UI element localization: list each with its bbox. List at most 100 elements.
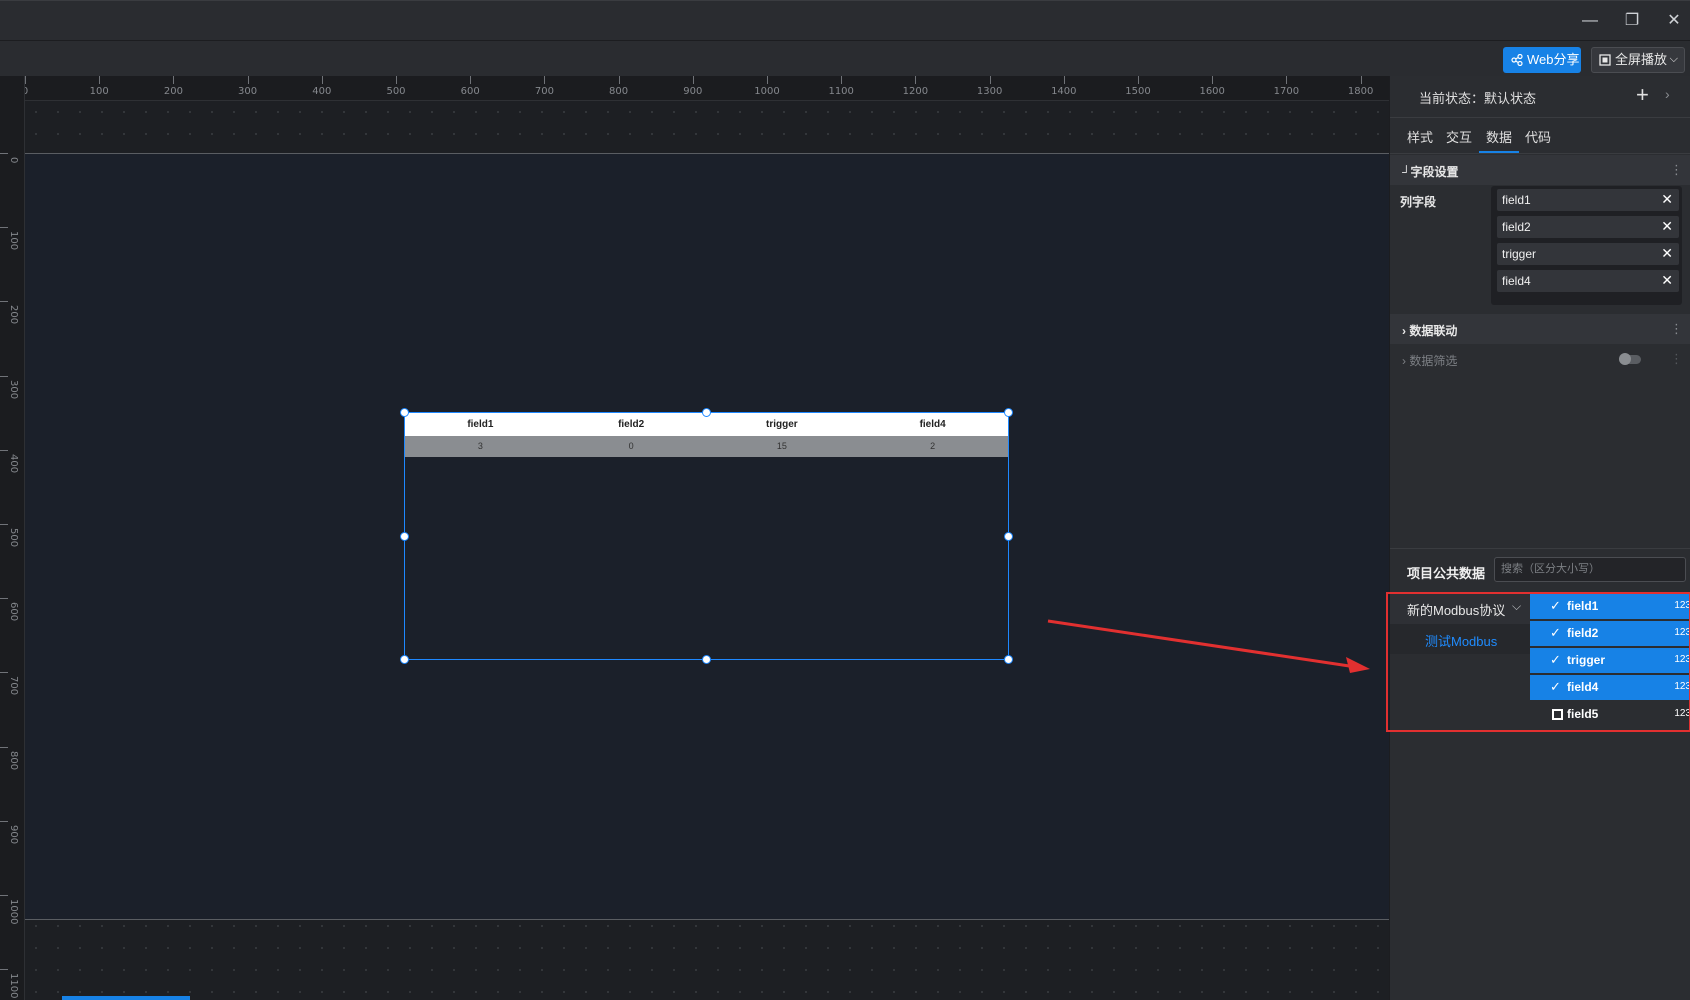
more-icon[interactable]: ⋮ — [1670, 321, 1683, 337]
ruler-tick — [767, 76, 768, 84]
ruler-label: 400 — [312, 86, 332, 97]
more-icon[interactable]: ⋮ — [1670, 351, 1683, 367]
close-icon[interactable]: ✕ — [1661, 191, 1673, 208]
ruler-tick — [25, 76, 26, 84]
ruler-tick — [1212, 76, 1214, 84]
resize-handle-top-left[interactable] — [400, 408, 409, 417]
ruler-tick — [0, 672, 8, 674]
tab-style[interactable]: 样式 — [1407, 127, 1433, 146]
ruler-label: 1800 — [1347, 86, 1374, 97]
close-icon[interactable]: ✕ — [1661, 272, 1673, 289]
close-button[interactable]: ✕ — [1662, 9, 1686, 33]
minimize-button[interactable]: — — [1578, 9, 1602, 33]
ruler-tick — [321, 76, 323, 84]
resize-handle-bottom-left[interactable] — [400, 655, 409, 664]
resize-handle-top-right[interactable] — [1004, 408, 1013, 417]
ruler-label: 300 — [238, 86, 258, 97]
resize-handle-bottom[interactable] — [702, 655, 711, 664]
tab-interaction[interactable]: 交互 — [1446, 127, 1472, 146]
active-tab-indicator — [1479, 151, 1519, 153]
ruler-tick — [0, 375, 8, 377]
list-item[interactable]: trigger ✕ — [1497, 243, 1679, 265]
table-cell: 2 — [930, 441, 936, 451]
more-icon[interactable]: ⋮ — [1670, 162, 1683, 178]
data-filter-toggle[interactable] — [1619, 353, 1641, 365]
ruler-tick — [692, 76, 694, 84]
ruler-tick — [1360, 76, 1362, 84]
ruler-tick — [99, 76, 101, 84]
ruler-tick — [0, 301, 8, 303]
table-row: 3 0 15 2 — [405, 436, 1008, 457]
ruler-label: 100 — [89, 86, 109, 97]
ruler-label: 500 — [386, 86, 406, 97]
annotation-arrow — [1047, 619, 1370, 673]
panel-tabs: 样式 交互 数据 代码 — [1390, 118, 1690, 154]
current-state-label: 当前状态：默认状态 — [1419, 91, 1537, 106]
ruler-label: 1700 — [1273, 86, 1300, 97]
tab-data[interactable]: 数据 — [1486, 127, 1512, 146]
restore-button[interactable]: ❐ — [1620, 9, 1644, 33]
table-cell: 15 — [776, 441, 787, 451]
ruler-tick — [173, 76, 175, 84]
resize-handle-right[interactable] — [1004, 532, 1013, 541]
data-link-header[interactable]: › 数据联动 ⋮ — [1390, 314, 1690, 344]
ruler-tick — [841, 76, 843, 84]
ruler-tick — [618, 76, 620, 84]
ruler-label: 200 — [8, 305, 19, 325]
tab-code[interactable]: 代码 — [1525, 127, 1551, 146]
ruler-tick — [915, 76, 917, 84]
share-icon — [1511, 54, 1523, 66]
resize-handle-left[interactable] — [400, 532, 409, 541]
ruler-tick — [0, 895, 8, 896]
ruler-tick — [1138, 76, 1139, 84]
ruler-label: 1500 — [1125, 86, 1151, 97]
horizontal-scrollbar[interactable] — [62, 996, 190, 1000]
properties-panel: 当前状态：默认状态 + › 样式 交互 数据 代码 ┘字段设置 ⋮ 列字段 fi… — [1386, 76, 1690, 1000]
ruler-tick — [0, 598, 8, 600]
ruler-tick — [1063, 76, 1065, 84]
search-input[interactable]: 搜索（区分大小写） — [1494, 557, 1686, 582]
field-settings-header[interactable]: ┘字段设置 ⋮ — [1390, 155, 1690, 185]
web-share-button[interactable]: Web分享 — [1503, 47, 1581, 73]
ruler-tick — [470, 76, 472, 84]
ruler-label: 600 — [460, 86, 480, 97]
resize-handle-bottom-right[interactable] — [1004, 655, 1013, 664]
table-header-cell: field4 — [919, 419, 946, 430]
data-filter-header[interactable]: › 数据筛选 ⋮ — [1390, 344, 1690, 374]
public-data-title: 项目公共数据 — [1407, 566, 1486, 581]
field-name: field1 — [1502, 193, 1531, 207]
close-icon[interactable]: ✕ — [1661, 245, 1673, 262]
ruler-label: 200 — [163, 86, 183, 97]
title-bar: — ❐ ✕ — [0, 0, 1690, 40]
close-icon[interactable]: ✕ — [1661, 218, 1673, 235]
web-share-label: Web分享 — [1527, 52, 1580, 67]
table-widget[interactable]: field1 field2 trigger field4 3 0 15 2 — [400, 408, 1013, 664]
list-item[interactable]: field4 ✕ — [1497, 270, 1679, 292]
ruler-label: 1400 — [1051, 86, 1077, 97]
add-icon[interactable]: + — [1636, 82, 1649, 108]
resize-handle-top[interactable] — [702, 408, 711, 417]
ruler-label: 1000 — [8, 899, 19, 925]
ruler-tick — [544, 76, 546, 84]
highlight-box — [1386, 592, 1690, 732]
ruler-label: 800 — [609, 86, 629, 97]
ruler-tick — [0, 969, 8, 971]
ruler-label: 1200 — [902, 86, 929, 97]
ruler-label: 700 — [8, 676, 19, 696]
ruler-label: 600 — [8, 602, 19, 622]
ruler-label: 800 — [8, 750, 19, 770]
field-name: field4 — [1502, 274, 1531, 288]
chevron-right-icon[interactable]: › — [1665, 86, 1670, 102]
state-row: 当前状态：默认状态 + › — [1390, 76, 1690, 118]
field-name: trigger — [1502, 247, 1537, 261]
field-settings-title: ┘字段设置 — [1402, 165, 1459, 179]
chevron-down-icon: ⌵ — [1669, 53, 1678, 65]
ruler-tick — [396, 76, 397, 84]
ruler-label: 100 — [8, 231, 19, 251]
list-item[interactable]: field2 ✕ — [1497, 216, 1679, 238]
ruler-tick — [0, 524, 8, 525]
ruler-label: 1300 — [976, 86, 1003, 97]
fullscreen-play-button[interactable]: 全屏播放 ⌵ — [1591, 47, 1685, 73]
ruler-label: 0 — [8, 157, 19, 164]
list-item[interactable]: field1 ✕ — [1497, 189, 1679, 211]
